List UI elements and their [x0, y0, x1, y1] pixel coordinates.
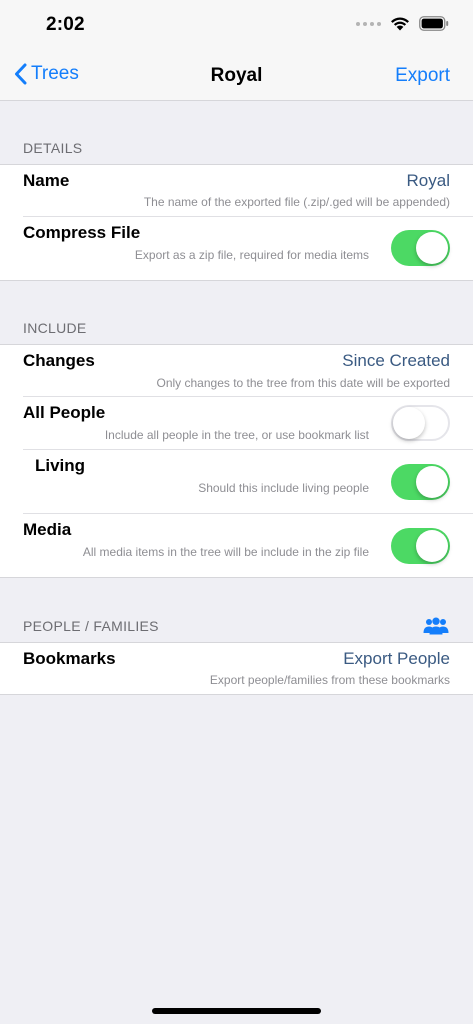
battery-icon — [419, 16, 449, 31]
changes-value[interactable]: Since Created — [342, 351, 450, 371]
name-value[interactable]: Royal — [407, 171, 450, 191]
changes-row[interactable]: Changes Since Created Only changes to th… — [0, 345, 473, 397]
all-people-description: Include all people in the tree, or use b… — [104, 428, 369, 442]
bookmarks-value[interactable]: Export People — [343, 649, 450, 669]
export-button[interactable]: Export — [395, 65, 450, 87]
include-section-header: INCLUDE — [23, 320, 87, 336]
cellular-signal-icon — [356, 21, 381, 26]
name-description: The name of the exported file (.zip/.ged… — [143, 195, 450, 209]
status-indicators — [356, 16, 449, 31]
bookmarks-row[interactable]: Bookmarks Export People Export people/fa… — [0, 643, 473, 694]
living-description: Should this include living people — [198, 481, 369, 495]
media-label: Media — [23, 520, 72, 539]
status-time: 2:02 — [46, 14, 85, 35]
bookmarks-description: Export people/families from these bookma… — [209, 673, 450, 687]
navigation-bar: Trees Royal Export — [0, 52, 473, 101]
export-screen: 2:02 Trees Royal Export DETAILS Name Roy… — [0, 0, 473, 1024]
all-people-toggle[interactable] — [391, 405, 450, 441]
details-group: Name Royal The name of the exported file… — [0, 164, 473, 281]
status-bar: 2:02 — [0, 0, 473, 52]
changes-description: Only changes to the tree from this date … — [156, 376, 451, 390]
all-people-row: All People Include all people in the tre… — [0, 397, 473, 450]
media-row: Media All media items in the tree will b… — [0, 514, 473, 577]
media-toggle[interactable] — [391, 528, 450, 564]
living-label: Living — [35, 456, 86, 475]
all-people-label: All People — [23, 403, 106, 422]
compress-file-toggle[interactable] — [391, 230, 450, 266]
changes-label: Changes — [23, 351, 95, 370]
people-group-icon[interactable] — [423, 617, 449, 635]
include-group: Changes Since Created Only changes to th… — [0, 344, 473, 578]
compress-file-row: Compress File Export as a zip file, requ… — [0, 217, 473, 280]
living-row: Living Should this include living people — [0, 450, 473, 514]
people-families-group: Bookmarks Export People Export people/fa… — [0, 642, 473, 695]
home-indicator[interactable] — [152, 1008, 321, 1014]
compress-file-label: Compress File — [23, 223, 141, 242]
details-section-header: DETAILS — [23, 140, 83, 156]
people-families-section-header: PEOPLE / FAMILIES — [23, 618, 159, 634]
name-row[interactable]: Name Royal The name of the exported file… — [0, 165, 473, 217]
media-description: All media items in the tree will be incl… — [82, 545, 369, 559]
compress-file-description: Export as a zip file, required for media… — [134, 248, 369, 262]
living-toggle[interactable] — [391, 464, 450, 500]
bookmarks-label: Bookmarks — [23, 649, 116, 668]
wifi-icon — [391, 17, 409, 31]
name-label: Name — [23, 171, 70, 190]
